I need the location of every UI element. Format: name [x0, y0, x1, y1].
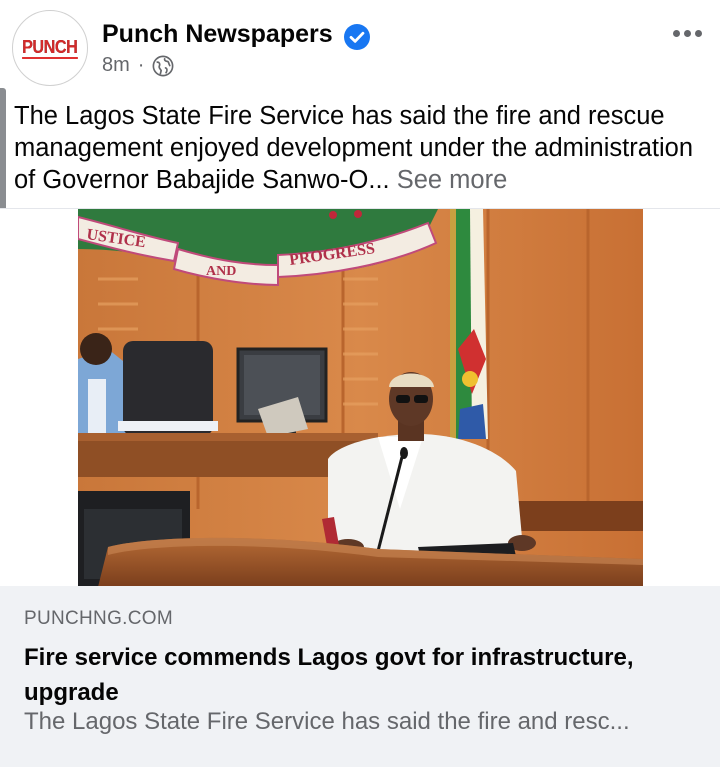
verified-badge-icon: [344, 24, 370, 50]
caption-text: The Lagos State Fire Service has said th…: [14, 102, 694, 194]
globe-icon: [153, 55, 174, 76]
page-avatar[interactable]: PUNCH: [12, 10, 88, 86]
post-timestamp[interactable]: 8m: [102, 54, 130, 77]
post-header: PUNCH Punch Newspapers 8m ·: [12, 8, 708, 92]
post-meta: 8m ·: [102, 54, 174, 77]
banner-word: AND: [206, 264, 236, 279]
link-title[interactable]: Fire service commends Lagos govt for inf…: [24, 640, 694, 710]
more-options-icon[interactable]: [673, 30, 702, 37]
link-domain: PUNCHNG.COM: [24, 608, 173, 629]
link-description: The Lagos State Fire Service has said th…: [24, 708, 630, 735]
post-caption: The Lagos State Fire Service has said th…: [14, 100, 714, 196]
page-name-link[interactable]: Punch Newspapers: [102, 20, 333, 49]
post-image-container[interactable]: USTICE AND PROGRESS: [0, 208, 720, 587]
link-preview-card[interactable]: PUNCHNG.COM Fire service commends Lagos …: [0, 586, 720, 767]
post-photo[interactable]: USTICE AND PROGRESS: [78, 209, 643, 587]
see-more-link[interactable]: See more: [397, 166, 508, 194]
meta-separator: ·: [137, 54, 145, 76]
punch-logo: PUNCH: [22, 37, 78, 59]
